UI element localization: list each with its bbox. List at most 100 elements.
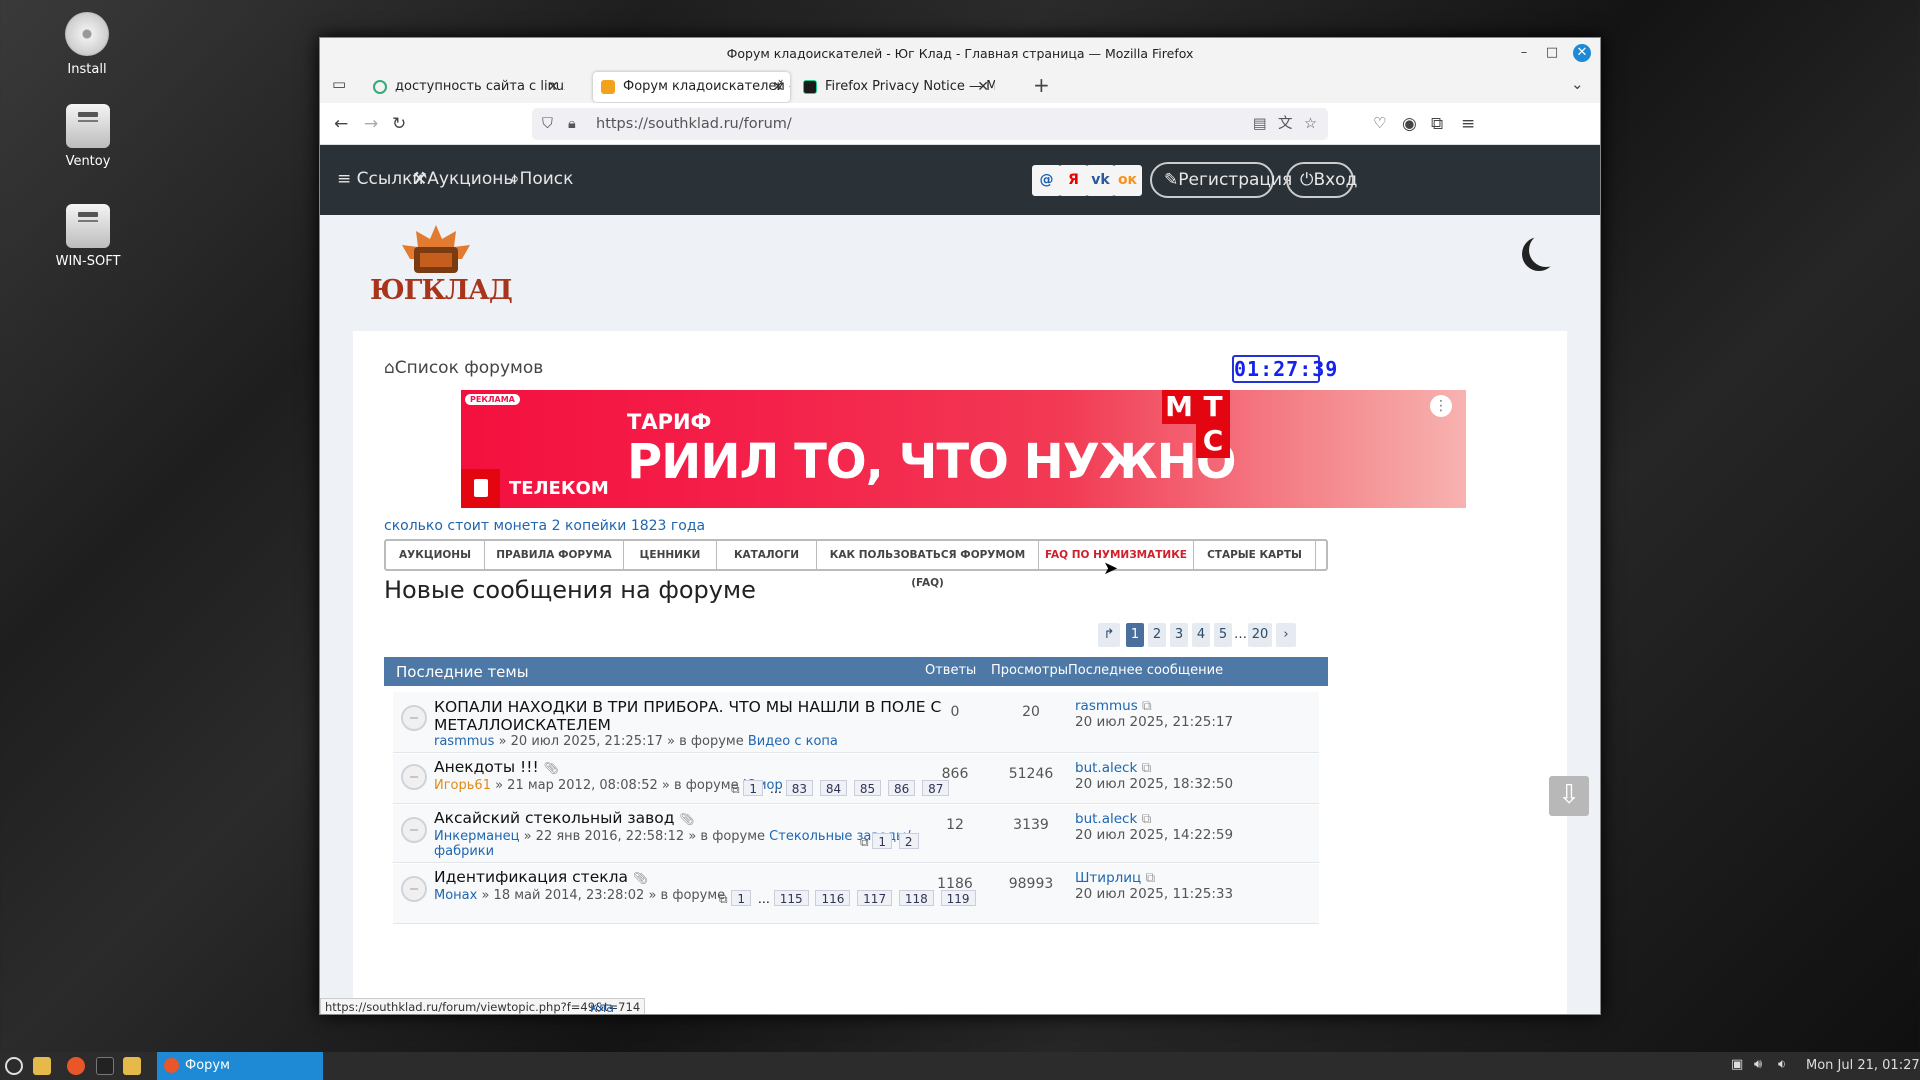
- last-post-user[interactable]: rasmmus: [1075, 698, 1138, 714]
- topic-page-link[interactable]: 119: [940, 890, 976, 906]
- topic-forum[interactable]: Видео с копа: [748, 734, 838, 749]
- topic-page-link[interactable]: 1: [731, 890, 752, 906]
- tab-privacy[interactable]: Firefox Privacy Notice — Mc ✕: [795, 72, 995, 102]
- odnoklassniki-icon[interactable]: ок: [1113, 165, 1142, 196]
- page-link[interactable]: 20: [1248, 623, 1272, 647]
- topic-page-link[interactable]: 115: [773, 890, 809, 906]
- mint-menu-icon[interactable]: [5, 1057, 23, 1075]
- disc-icon: [65, 12, 109, 56]
- topic-page-link[interactable]: 85: [853, 780, 882, 796]
- bookmark-star-icon[interactable]: ☆: [1304, 108, 1317, 140]
- menu-item-old-maps[interactable]: СТАРЫЕ КАРТЫ: [1194, 541, 1316, 569]
- topic-page-link[interactable]: 84: [819, 780, 848, 796]
- menu-item-rules[interactable]: ПРАВИЛА ФОРУМА: [485, 541, 624, 569]
- jump-to-page-icon[interactable]: ↱: [1098, 623, 1120, 647]
- tab-forum[interactable]: Форум кладоискателей - К ✕: [593, 72, 790, 102]
- vk-icon[interactable]: vk: [1086, 165, 1115, 196]
- menu-icon[interactable]: ≡: [1461, 114, 1475, 134]
- folder-icon[interactable]: [123, 1057, 141, 1075]
- next-page-icon[interactable]: ›: [1276, 623, 1296, 647]
- topic-title[interactable]: Аксайский стекольный завод 📎︎: [434, 809, 695, 827]
- taskbar-task-firefox[interactable]: Форум кладоискат...: [157, 1052, 323, 1080]
- page-link[interactable]: 3: [1170, 623, 1188, 647]
- terminal-icon[interactable]: [96, 1057, 114, 1075]
- desktop-icon-winsoft[interactable]: WIN-SOFT: [38, 204, 138, 269]
- topic-title[interactable]: КОПАЛИ НАХОДКИ В ТРИ ПРИБОРА. ЧТО МЫ НАШ…: [434, 698, 941, 734]
- ad-text-link[interactable]: сколько стоит монета 2 копейки 1823 года: [384, 518, 705, 534]
- topic-author[interactable]: Игорь61: [434, 778, 491, 793]
- topic-author[interactable]: rasmmus: [434, 734, 494, 749]
- tab-linux[interactable]: доступность сайта с linux - ✕: [365, 72, 565, 102]
- last-post-user[interactable]: but.aleck: [1075, 760, 1137, 776]
- login-button[interactable]: ⏻Вход: [1286, 162, 1357, 198]
- topic-author[interactable]: Монах: [434, 888, 477, 903]
- nav-auctions[interactable]: ⚒Аукционы: [412, 169, 517, 189]
- volume-icon[interactable]: 🔊︎: [1754, 1057, 1762, 1072]
- topic-author[interactable]: Инкерманец: [434, 829, 519, 844]
- menu-item-prices[interactable]: ЦЕННИКИ: [624, 541, 717, 569]
- forward-icon[interactable]: →: [364, 114, 378, 134]
- ad-options-icon[interactable]: ⋮: [1430, 395, 1452, 417]
- site-logo[interactable]: ЮГКЛАД: [368, 225, 513, 317]
- close-icon[interactable]: ✕: [1573, 44, 1591, 62]
- menu-item-faq[interactable]: КАК ПОЛЬЗОВАТЬСЯ ФОРУМОМ (FAQ): [817, 541, 1039, 589]
- menu-item-auctions[interactable]: АУКЦИОНЫ: [386, 541, 485, 569]
- mail-ru-icon[interactable]: @: [1032, 165, 1061, 196]
- topic-page-link[interactable]: 2: [898, 833, 919, 849]
- goto-post-icon[interactable]: ⧉: [1146, 870, 1156, 886]
- volume2-icon[interactable]: 🔉︎: [1778, 1057, 1786, 1072]
- page-link[interactable]: 4: [1192, 623, 1210, 647]
- yandex-icon[interactable]: Я: [1059, 165, 1088, 196]
- maximize-icon[interactable]: □: [1543, 44, 1561, 62]
- last-post-user[interactable]: but.aleck: [1075, 811, 1137, 827]
- topic-page-link[interactable]: 117: [857, 890, 893, 906]
- network-icon[interactable]: ▣: [1731, 1057, 1743, 1072]
- goto-post-icon[interactable]: ⧉: [1142, 760, 1152, 776]
- translate-icon[interactable]: 文: [1278, 108, 1293, 140]
- nav-search[interactable]: ⌕Поиск: [510, 169, 573, 189]
- url-bar[interactable]: ⛉ 🔒︎ https://southklad.ru/forum/ ▤ 文 ☆: [532, 108, 1328, 140]
- reader-view-icon[interactable]: ▤: [1253, 108, 1267, 140]
- topic-title[interactable]: Анекдоты !!! 📎︎: [434, 758, 559, 776]
- reload-icon[interactable]: ↻: [392, 114, 406, 134]
- breadcrumb[interactable]: ⌂Список форумов: [384, 358, 543, 378]
- desktop-icon-label: WIN-SOFT: [55, 254, 121, 269]
- ad-banner[interactable]: РЕКЛАМА ТАРИФ РИИЛ ТО, ЧТО НУЖНО ТЕЛЕКОМ…: [461, 390, 1466, 508]
- last-post-user[interactable]: Штирлиц: [1075, 870, 1141, 886]
- desktop-icon-ventoy[interactable]: Ventoy: [38, 104, 138, 169]
- topic-page-link[interactable]: 83: [785, 780, 813, 796]
- page-link[interactable]: 1: [1126, 623, 1144, 647]
- account-icon[interactable]: ◉: [1402, 114, 1417, 134]
- back-icon[interactable]: ←: [334, 114, 348, 134]
- nav-links[interactable]: ≡ Ссылки: [337, 169, 423, 189]
- topic-page-link[interactable]: 1: [872, 833, 893, 849]
- menu-item-catalogs[interactable]: КАТАЛОГИ: [717, 541, 817, 569]
- goto-post-icon[interactable]: ⧉: [1142, 698, 1152, 714]
- close-tab-icon[interactable]: ✕: [772, 72, 784, 102]
- close-tab-icon[interactable]: ✕: [977, 72, 989, 102]
- topic-title[interactable]: Идентификация стекла 📎︎: [434, 868, 648, 886]
- new-tab-button[interactable]: +: [1033, 73, 1050, 97]
- tab-overview-icon[interactable]: ▭: [332, 75, 346, 93]
- list-tabs-icon[interactable]: ⌄: [1571, 75, 1584, 93]
- pocket-icon[interactable]: ♡: [1373, 114, 1386, 132]
- minimize-icon[interactable]: –: [1515, 44, 1533, 62]
- topic-page-link[interactable]: 116: [815, 890, 851, 906]
- scroll-down-button[interactable]: ⇩: [1549, 776, 1589, 816]
- topic-page-link[interactable]: 1: [743, 780, 764, 796]
- topic-page-link[interactable]: 86: [888, 780, 916, 796]
- register-button[interactable]: ✎Регистрация: [1150, 162, 1292, 198]
- desktop-icon-install[interactable]: Install: [37, 12, 137, 77]
- firefox-icon[interactable]: [67, 1057, 85, 1075]
- extensions-icon[interactable]: ⧉: [1431, 114, 1443, 134]
- page-link[interactable]: 2: [1148, 623, 1166, 647]
- topic-page-link[interactable]: 87: [922, 780, 950, 796]
- files-icon[interactable]: [33, 1057, 51, 1075]
- dark-mode-moon-icon[interactable]: [1529, 233, 1563, 267]
- taskbar-clock[interactable]: Mon Jul 21, 01:27: [1806, 1058, 1920, 1073]
- close-tab-icon[interactable]: ✕: [547, 72, 559, 102]
- goto-post-icon[interactable]: ⧉: [1142, 811, 1152, 827]
- topic-forum-cont[interactable]: фабрики: [434, 844, 494, 859]
- page-link[interactable]: 5: [1214, 623, 1232, 647]
- topic-page-link[interactable]: 118: [898, 890, 934, 906]
